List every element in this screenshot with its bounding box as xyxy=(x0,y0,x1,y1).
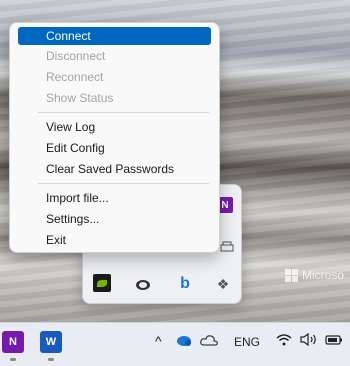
menu-item-clear-saved-passwords[interactable]: Clear Saved Passwords xyxy=(18,160,211,178)
menu-separator xyxy=(38,183,209,184)
wifi-icon[interactable] xyxy=(276,333,292,349)
menu-item-import-file[interactable]: Import file... xyxy=(18,189,211,207)
microsoft-logo-icon xyxy=(285,268,298,282)
printer-icon[interactable] xyxy=(217,237,237,257)
menu-item-reconnect: Reconnect xyxy=(46,70,104,84)
menu-item-edit-config[interactable]: Edit Config xyxy=(18,139,211,157)
running-indicator xyxy=(48,358,54,361)
vpn-context-menu: Connect Disconnect Reconnect Show Status… xyxy=(9,22,220,253)
cloud-sync-icon[interactable] xyxy=(133,274,153,294)
dropbox-icon[interactable]: ❖ xyxy=(213,274,233,294)
menu-item-disconnect: Disconnect xyxy=(46,49,106,63)
taskbar: N W ^ ENG xyxy=(0,322,350,366)
menu-item-view-log[interactable]: View Log xyxy=(18,118,211,136)
nvidia-icon[interactable] xyxy=(93,274,111,292)
watermark-text: Microso xyxy=(302,268,345,282)
onenote-taskbar-icon[interactable]: N xyxy=(2,331,24,353)
bing-icon[interactable]: b xyxy=(175,274,195,294)
battery-icon[interactable] xyxy=(325,333,343,349)
word-taskbar-icon[interactable]: W xyxy=(40,331,62,353)
onedrive-icon[interactable] xyxy=(200,333,218,349)
menu-item-show-status: Show Status xyxy=(46,91,114,105)
volume-icon[interactable] xyxy=(300,332,318,349)
language-indicator[interactable]: ENG xyxy=(234,335,260,349)
menu-separator xyxy=(38,112,209,113)
show-hidden-icons-chevron-icon[interactable]: ^ xyxy=(155,333,162,349)
running-indicator xyxy=(10,358,16,361)
menu-item-exit[interactable]: Exit xyxy=(18,231,211,249)
menu-item-settings[interactable]: Settings... xyxy=(18,210,211,228)
menu-item-connect[interactable]: Connect xyxy=(18,27,211,45)
cloud-sync-tray-icon[interactable] xyxy=(175,333,193,350)
microsoft-watermark: Microso xyxy=(285,268,344,282)
